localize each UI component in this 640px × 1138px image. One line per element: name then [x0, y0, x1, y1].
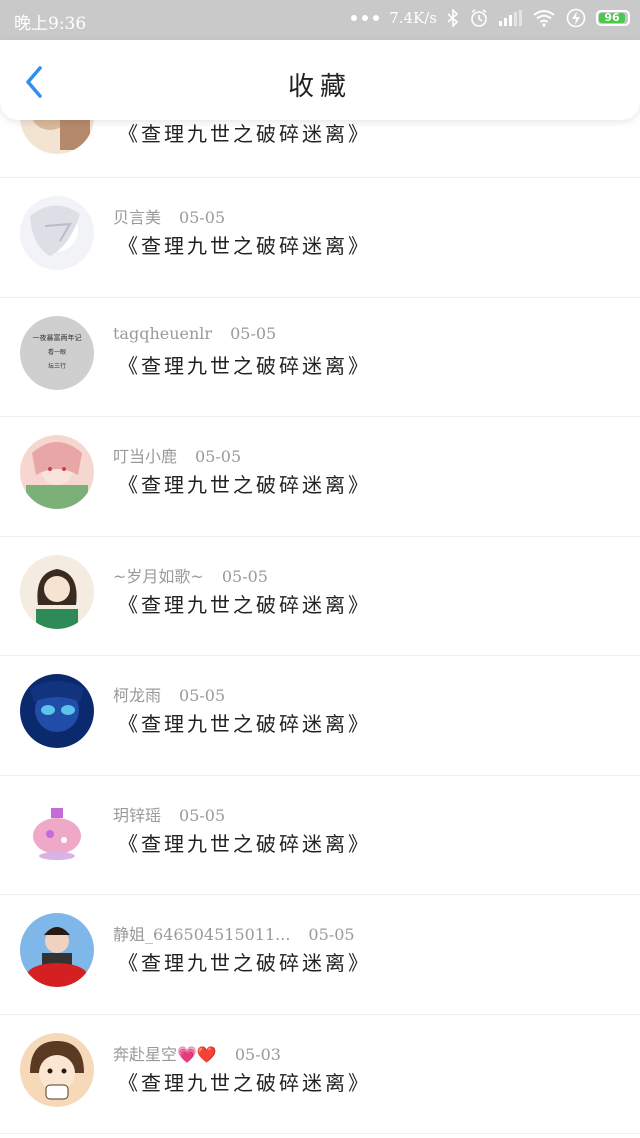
- username[interactable]: ~岁月如歌~: [113, 567, 204, 586]
- username[interactable]: 叮当小鹿: [113, 447, 177, 466]
- divider: [0, 1133, 640, 1134]
- status-icons: 7.4K/s 96: [351, 8, 630, 28]
- item-date: 05-05: [195, 447, 242, 466]
- page-title: 收藏: [287, 72, 352, 102]
- post-title[interactable]: 《查理九世之破碎迷离》: [118, 1067, 371, 1096]
- list-item[interactable]: 静姐_646504515011... 05-05 《查理九世之破碎迷离》: [0, 895, 640, 1015]
- item-meta: 玥锌瑶 05-05: [113, 802, 225, 826]
- charging-icon: [566, 8, 586, 28]
- username[interactable]: 玥锌瑶: [113, 806, 161, 825]
- signal-icon: [499, 10, 522, 26]
- list-item[interactable]: 奔赴星空💗❤️ 05-03 《查理九世之破碎迷离》: [0, 1015, 640, 1134]
- bluetooth-icon: [447, 9, 459, 27]
- post-title[interactable]: 《查理九世之破碎迷离》: [118, 947, 371, 976]
- avatar-text-1: 一夜暴富两年记: [33, 333, 82, 342]
- item-meta: 贝言美 05-05: [113, 204, 225, 228]
- item-meta: 柯龙雨 05-05: [113, 682, 225, 706]
- list-item[interactable]: ~岁月如歌~ 05-05 《查理九世之破碎迷离》: [0, 537, 640, 656]
- battery-level: 96: [599, 12, 625, 23]
- avatar-text-3: 坛三行: [48, 362, 66, 370]
- avatar: [20, 435, 94, 509]
- post-title[interactable]: 《查理九世之破碎迷离》: [118, 350, 371, 379]
- avatar: [20, 793, 94, 868]
- list-item[interactable]: 一夜暴富两年记 看一眼 坛三行 tagqheuenlr 05-05 《查理九世之破…: [0, 298, 640, 417]
- list-item[interactable]: 柯龙雨 05-05 《查理九世之破碎迷离》: [0, 656, 640, 776]
- wifi-icon: [533, 10, 555, 27]
- avatar: [20, 1032, 94, 1107]
- item-meta: tagqheuenlr 05-05: [113, 324, 276, 343]
- alarm-icon: [471, 9, 487, 27]
- notification-dots-icon: [351, 15, 380, 21]
- network-speed: 7.4K/s: [389, 9, 437, 27]
- username[interactable]: tagqheuenlr: [113, 324, 212, 343]
- list-item[interactable]: 叮当小鹿 05-05 《查理九世之破碎迷离》: [0, 417, 640, 537]
- item-date: 05-05: [308, 925, 355, 944]
- item-meta: 静姐_646504515011... 05-05: [113, 921, 355, 945]
- avatar: [20, 554, 94, 629]
- avatar: [20, 196, 94, 270]
- item-meta: ~岁月如歌~ 05-05: [113, 563, 268, 587]
- item-date: 05-05: [221, 566, 268, 586]
- status-bar: 晚上9:36 7.4K/s 96: [0, 0, 640, 40]
- username[interactable]: 奔赴星空💗❤️: [113, 1045, 217, 1064]
- item-meta: 奔赴星空💗❤️ 05-03: [113, 1041, 281, 1065]
- item-meta: 叮当小鹿 05-05: [113, 443, 241, 467]
- avatar: [20, 913, 94, 987]
- item-date: 05-05: [179, 208, 226, 227]
- item-date: 05-05: [230, 323, 277, 343]
- username[interactable]: 静姐_646504515011...: [113, 925, 290, 944]
- list-item[interactable]: 玥锌瑶 05-05 《查理九世之破碎迷离》: [0, 776, 640, 895]
- post-title[interactable]: 《查理九世之破碎迷离》: [118, 230, 371, 259]
- avatar: 一夜暴富两年记 看一眼 坛三行: [20, 315, 94, 390]
- post-title[interactable]: 《查理九世之破碎迷离》: [118, 708, 371, 737]
- item-date: 05-05: [179, 805, 226, 825]
- post-title[interactable]: 《查理九世之破碎迷离》: [118, 469, 371, 498]
- post-title[interactable]: 《查理九世之破碎迷离》: [118, 828, 371, 857]
- username[interactable]: 柯龙雨: [113, 686, 161, 705]
- avatar-text-2: 看一眼: [48, 348, 66, 356]
- post-title[interactable]: 《查理九世之破碎迷离》: [118, 589, 371, 618]
- battery-icon: 96: [596, 10, 630, 26]
- item-date: 05-03: [234, 1044, 281, 1064]
- favorites-list: 《查理九世之破碎迷离》 贝言美 05-05 《查理九世之破碎迷离》 一夜暴富两年记…: [0, 80, 640, 1134]
- post-title: 《查理九世之破碎迷离》: [118, 122, 371, 146]
- avatar: [20, 674, 94, 748]
- username[interactable]: 贝言美: [113, 208, 161, 227]
- app-header: 收藏: [0, 40, 640, 120]
- list-item[interactable]: 贝言美 05-05 《查理九世之破碎迷离》: [0, 178, 640, 298]
- status-time: 晚上9:36: [14, 14, 87, 34]
- item-date: 05-05: [179, 686, 226, 705]
